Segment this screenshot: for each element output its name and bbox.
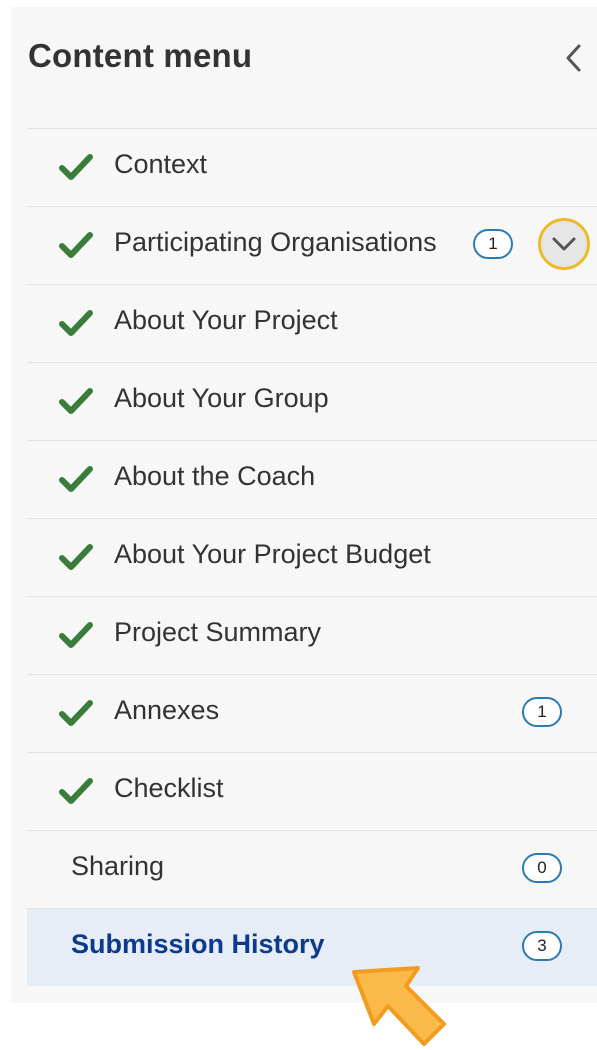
check-icon xyxy=(59,154,93,180)
menu-item-annexes[interactable]: Annexes 1 xyxy=(27,674,597,752)
check-icon xyxy=(59,622,93,648)
menu-item-label: Context xyxy=(114,149,208,179)
page-title: Content menu xyxy=(28,37,253,74)
menu-item-label: About Your Project xyxy=(114,305,338,335)
chevron-down-icon xyxy=(552,237,576,251)
menu-item-sharing[interactable]: Sharing 0 xyxy=(27,830,597,908)
collapse-menu-button[interactable] xyxy=(559,41,589,75)
count-badge: 1 xyxy=(522,697,562,727)
menu-item-label: About Your Group xyxy=(114,383,329,413)
count-badge: 0 xyxy=(522,853,562,883)
check-icon xyxy=(59,778,93,804)
menu-item-about-your-group[interactable]: About Your Group xyxy=(27,362,597,440)
menu-item-label: Annexes xyxy=(114,695,220,725)
menu-item-about-your-project-budget[interactable]: About Your Project Budget xyxy=(27,518,597,596)
check-icon xyxy=(59,310,93,336)
menu-item-label: Participating Organisations xyxy=(114,227,437,257)
check-icon xyxy=(59,544,93,570)
menu-item-label: About Your Project Budget xyxy=(114,539,431,569)
chevron-left-icon xyxy=(566,44,581,72)
menu-item-label: Checklist xyxy=(114,773,224,803)
menu-item-project-summary[interactable]: Project Summary xyxy=(27,596,597,674)
menu-item-submission-history[interactable]: Submission History 3 xyxy=(27,908,597,986)
menu-item-label: Sharing xyxy=(71,851,165,881)
check-icon xyxy=(59,232,93,258)
menu-item-about-the-coach[interactable]: About the Coach xyxy=(27,440,597,518)
check-icon xyxy=(59,466,93,492)
content-menu-header: Content menu xyxy=(11,7,597,129)
check-icon xyxy=(59,388,93,414)
expand-submenu-button[interactable] xyxy=(538,218,590,270)
menu-list: Context Participating Organisations 1 Ab… xyxy=(27,128,597,986)
menu-item-context[interactable]: Context xyxy=(27,128,597,206)
count-badge: 1 xyxy=(473,229,513,259)
menu-item-checklist[interactable]: Checklist xyxy=(27,752,597,830)
arrow-pointer-icon xyxy=(352,966,446,1046)
menu-item-label: Submission History xyxy=(71,929,325,959)
content-menu-panel: Content menu Context Participating Organ… xyxy=(11,7,597,1003)
check-icon xyxy=(59,700,93,726)
menu-item-label: About the Coach xyxy=(114,461,316,491)
menu-item-about-your-project[interactable]: About Your Project xyxy=(27,284,597,362)
count-badge: 3 xyxy=(522,931,562,961)
menu-item-label: Project Summary xyxy=(114,617,322,647)
menu-item-participating-organisations[interactable]: Participating Organisations 1 xyxy=(27,206,597,284)
